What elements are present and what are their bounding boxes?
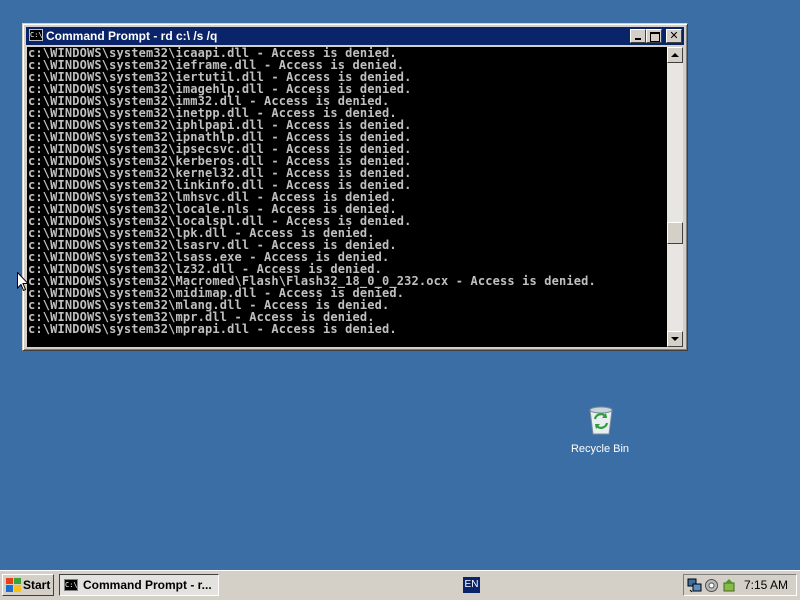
mouse-pointer-icon xyxy=(17,272,29,292)
network-icon[interactable] xyxy=(687,578,702,593)
desktop-icon-label: Recycle Bin xyxy=(570,443,630,455)
audio-icon[interactable] xyxy=(704,578,719,593)
scroll-thumb[interactable] xyxy=(667,222,683,244)
arrow-up-icon xyxy=(671,53,679,57)
console-output[interactable]: c:\WINDOWS\system32\icaapi.dll - Access … xyxy=(27,47,667,347)
clock[interactable]: 7:15 AM xyxy=(744,578,788,592)
desktop-icon-recycle-bin[interactable]: Recycle Bin xyxy=(566,404,634,460)
command-prompt-window[interactable]: C:\ Command Prompt - rd c:\ /s /q ✕ c:\W… xyxy=(22,23,688,351)
start-label: Start xyxy=(23,578,51,592)
window-titlebar[interactable]: C:\ Command Prompt - rd c:\ /s /q ✕ xyxy=(26,27,684,45)
recycle-bin-icon xyxy=(589,406,613,435)
start-button[interactable]: Start xyxy=(2,574,54,596)
arrow-down-icon xyxy=(671,337,679,341)
console-icon: C:\ xyxy=(64,579,78,591)
system-tray: 7:15 AM xyxy=(683,574,797,596)
minimize-button[interactable] xyxy=(630,29,646,43)
taskbar-button-label: Command Prompt - r... xyxy=(83,578,212,592)
taskbar-button-command-prompt[interactable]: C:\ Command Prompt - r... xyxy=(59,574,219,596)
taskbar: Start C:\ Command Prompt - r... EN 7:15 … xyxy=(0,570,800,600)
maximize-icon xyxy=(650,32,660,42)
scroll-down-button[interactable] xyxy=(667,331,683,347)
close-icon: ✕ xyxy=(669,29,679,42)
scroll-up-button[interactable] xyxy=(667,47,683,63)
language-indicator[interactable]: EN xyxy=(463,577,480,593)
windows-logo-icon xyxy=(6,578,21,592)
console-lines: c:\WINDOWS\system32\icaapi.dll - Access … xyxy=(28,47,596,335)
vertical-scrollbar[interactable] xyxy=(667,47,683,347)
console-icon[interactable]: C:\ xyxy=(29,29,43,41)
maximize-button[interactable] xyxy=(646,29,662,43)
minimize-icon xyxy=(635,38,641,40)
close-button[interactable]: ✕ xyxy=(666,29,682,43)
update-icon[interactable] xyxy=(722,578,737,593)
console-line: c:\WINDOWS\system32\mprapi.dll - Access … xyxy=(28,322,397,336)
window-title: Command Prompt - rd c:\ /s /q xyxy=(46,29,218,43)
